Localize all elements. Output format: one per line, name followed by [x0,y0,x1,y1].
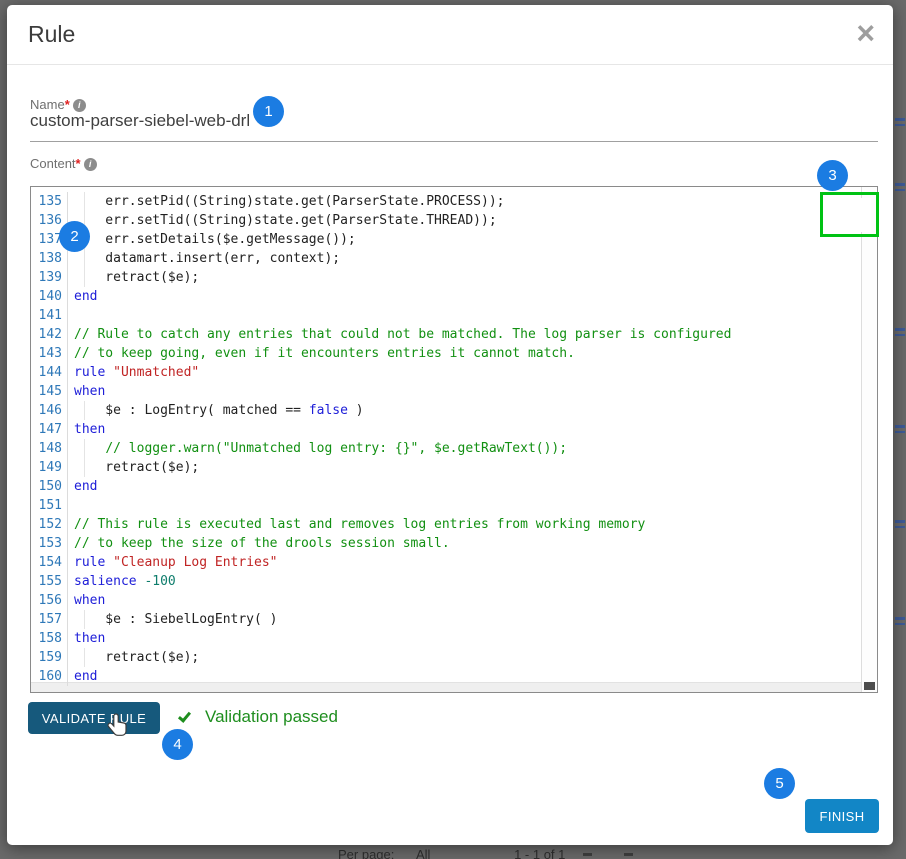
line-number: 156 [31,591,68,610]
code-line[interactable]: 140end [31,287,877,306]
line-number: 143 [31,344,68,363]
fullscreen-expand-button[interactable] [831,198,871,232]
indent-guide [84,439,85,458]
code-line[interactable]: 146 $e : LogEntry( matched == false ) [31,401,877,420]
name-label: Name*i [30,97,86,112]
required-asterisk: * [76,156,81,171]
line-number: 153 [31,534,68,553]
background-link-fragment [895,617,905,625]
line-number: 155 [31,572,68,591]
line-number: 144 [31,363,68,382]
line-number: 140 [31,287,68,306]
code-content: 134 err.setSev((String)state.get(ParserS… [31,187,877,686]
code-line[interactable]: 154rule "Cleanup Log Entries" [31,553,877,572]
annotation-badge-2: 2 [59,221,90,252]
name-input[interactable]: custom-parser-siebel-web-drl [30,111,250,131]
content-code-editor[interactable]: 134 err.setSev((String)state.get(ParserS… [30,186,878,693]
dialog-header: Rule × [7,5,893,65]
line-number: 151 [31,496,68,515]
annotation-badge-5: 5 [764,768,795,799]
background-link-fragment [895,328,905,336]
code-line[interactable]: 157 $e : SiebelLogEntry( ) [31,610,877,629]
pagination-prev-icon [583,853,592,856]
checkmark-icon [179,710,196,723]
background-link-fragment [895,183,905,191]
line-number: 150 [31,477,68,496]
indent-guide [84,610,85,629]
background-pagination: Per page: All 1 - 1 of 1 [338,847,898,859]
info-icon[interactable]: i [84,158,97,171]
line-number: 139 [31,268,68,287]
code-line[interactable]: 155salience -100 [31,572,877,591]
line-number: 154 [31,553,68,572]
code-line[interactable]: 159 retract($e); [31,648,877,667]
line-number: 141 [31,306,68,325]
per-page-value: All [416,847,430,859]
code-line[interactable]: 138 datamart.insert(err, context); [31,249,877,268]
code-line[interactable]: 144rule "Unmatched" [31,363,877,382]
line-number: 149 [31,458,68,477]
line-number: 158 [31,629,68,648]
fullscreen-icon [842,206,860,224]
finish-button[interactable]: FINISH [805,799,879,833]
code-line[interactable]: 153// to keep the size of the drools ses… [31,534,877,553]
validation-status-text: Validation passed [205,707,338,727]
annotation-badge-3: 3 [817,160,848,191]
code-line[interactable]: 136 err.setTid((String)state.get(ParserS… [31,211,877,230]
annotation-badge-1: 1 [253,96,284,127]
indent-guide [84,192,85,211]
pagination-range: 1 - 1 of 1 [514,847,565,859]
code-line[interactable]: 149 retract($e); [31,458,877,477]
line-number: 160 [31,667,68,686]
code-line[interactable]: 147then [31,420,877,439]
code-line[interactable]: 160end [31,667,877,686]
code-line[interactable]: 145when [31,382,877,401]
content-label: Content*i [30,156,97,171]
line-number: 138 [31,249,68,268]
line-number: 146 [31,401,68,420]
code-line[interactable]: 143// to keep going, even if it encounte… [31,344,877,363]
required-asterisk: * [65,97,70,112]
line-number: 157 [31,610,68,629]
code-line[interactable]: 139 retract($e); [31,268,877,287]
indent-guide [84,249,85,268]
rule-dialog: Rule × Name*i custom-parser-siebel-web-d… [7,5,893,845]
line-number: 147 [31,420,68,439]
code-line[interactable]: 156when [31,591,877,610]
annotation-badge-4: 4 [162,729,193,760]
line-number: 135 [31,192,68,211]
indent-guide [84,458,85,477]
scrollbar-thumb[interactable] [864,682,875,690]
indent-guide [84,268,85,287]
background-link-fragment [895,520,905,528]
code-line[interactable]: 137 err.setDetails($e.getMessage()); [31,230,877,249]
line-number: 142 [31,325,68,344]
code-line[interactable]: 150end [31,477,877,496]
background-link-fragment [895,118,905,126]
validate-rule-button[interactable]: VALIDATE RULE [28,702,160,734]
indent-guide [84,648,85,667]
line-number: 152 [31,515,68,534]
code-line[interactable]: 158then [31,629,877,648]
code-line[interactable]: 141 [31,306,877,325]
code-line[interactable]: 148 // logger.warn("Unmatched log entry:… [31,439,877,458]
name-input-underline [30,141,878,142]
code-line[interactable]: 152// This rule is executed last and rem… [31,515,877,534]
close-icon[interactable]: × [856,13,875,53]
line-number: 145 [31,382,68,401]
code-line[interactable]: 135 err.setPid((String)state.get(ParserS… [31,192,877,211]
per-page-label: Per page: [338,847,394,859]
background-link-fragment [895,425,905,433]
dialog-title: Rule [28,21,75,48]
code-line[interactable]: 142// Rule to catch any entries that cou… [31,325,877,344]
code-line[interactable]: 151 [31,496,877,515]
line-number: 159 [31,648,68,667]
indent-guide [84,401,85,420]
line-number: 148 [31,439,68,458]
pagination-next-icon [624,853,633,856]
vertical-scrollbar[interactable] [861,187,877,692]
